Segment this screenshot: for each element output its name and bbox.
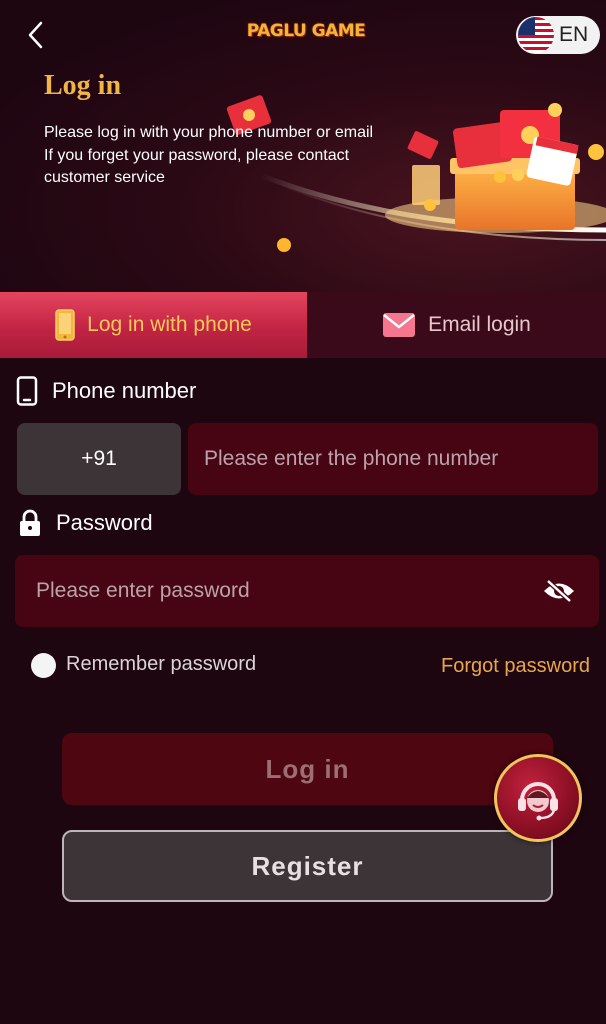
mobile-icon bbox=[16, 376, 38, 406]
us-flag-icon bbox=[518, 17, 554, 53]
mail-icon bbox=[382, 312, 416, 338]
hero-banner: PAGLU GAME EN Log in Please log in with … bbox=[0, 0, 606, 292]
country-code-selector[interactable]: +91 bbox=[17, 423, 181, 495]
phone-number-label: Phone number bbox=[16, 372, 196, 410]
app-logo: PAGLU GAME bbox=[246, 21, 366, 41]
chevron-left-icon bbox=[28, 21, 43, 49]
register-button[interactable]: Register bbox=[62, 830, 553, 902]
forgot-password-link[interactable]: Forgot password bbox=[441, 655, 590, 678]
password-input[interactable] bbox=[15, 555, 535, 627]
back-button[interactable] bbox=[18, 18, 52, 52]
password-label: Password bbox=[18, 504, 153, 542]
phone-number-input[interactable] bbox=[188, 423, 598, 495]
login-method-tabs: Log in with phone Email login bbox=[0, 292, 606, 358]
password-label-text: Password bbox=[56, 510, 153, 535]
remember-password-radio[interactable] bbox=[31, 652, 56, 678]
lock-icon bbox=[18, 509, 42, 537]
phone-icon bbox=[55, 309, 75, 341]
remember-password-toggle[interactable]: Remember password bbox=[31, 650, 256, 678]
headset-agent-icon bbox=[518, 782, 558, 821]
instruction-line-1: Please log in with your phone number or … bbox=[44, 124, 374, 141]
language-label: EN bbox=[559, 23, 589, 46]
tab-phone-login[interactable]: Log in with phone bbox=[0, 292, 307, 358]
login-instructions: Please log in with your phone number or … bbox=[44, 122, 424, 190]
page-title: Log in bbox=[44, 70, 122, 101]
login-button[interactable]: Log in bbox=[62, 733, 553, 805]
customer-service-button[interactable] bbox=[494, 754, 582, 842]
instruction-line-3: customer service bbox=[44, 169, 165, 186]
tab-email-login[interactable]: Email login bbox=[307, 292, 606, 358]
toggle-password-visibility[interactable] bbox=[541, 577, 577, 605]
remember-password-label: Remember password bbox=[66, 652, 257, 675]
language-selector[interactable]: EN bbox=[516, 16, 600, 54]
phone-number-label-text: Phone number bbox=[52, 378, 197, 403]
tab-email-label: Email login bbox=[428, 313, 531, 336]
eye-off-icon bbox=[544, 579, 574, 603]
instruction-line-2: If you forget your password, please cont… bbox=[44, 146, 350, 164]
password-field bbox=[15, 555, 599, 627]
tab-phone-label: Log in with phone bbox=[87, 313, 252, 336]
